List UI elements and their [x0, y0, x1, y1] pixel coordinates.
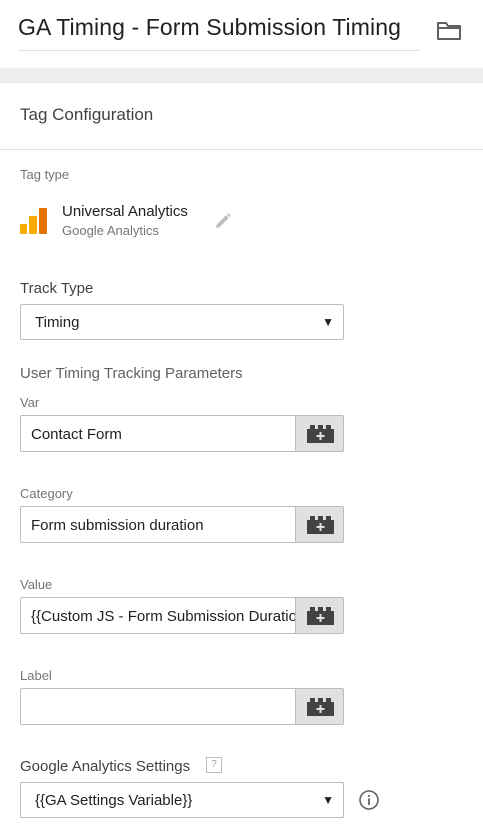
track-type-label: Track Type	[20, 280, 94, 297]
value-field-group: {{Custom JS - Form Submission Duration}}	[20, 597, 344, 634]
info-icon[interactable]	[358, 789, 380, 811]
pencil-icon[interactable]	[214, 212, 232, 230]
var-label: Var	[20, 395, 40, 410]
insert-variable-button[interactable]	[295, 415, 344, 452]
label-label: Label	[20, 668, 52, 683]
timing-params-heading: User Timing Tracking Parameters	[20, 365, 243, 382]
tag-type-label: Tag type	[20, 167, 70, 182]
ga-settings-value: {{GA Settings Variable}}	[35, 792, 193, 809]
universal-analytics-icon	[20, 208, 48, 234]
var-input[interactable]: Contact Form	[20, 415, 296, 452]
var-input-value: Contact Form	[31, 426, 122, 443]
header: GA Timing - Form Submission Timing	[0, 0, 483, 68]
divider	[0, 149, 483, 150]
ga-settings-select[interactable]: {{GA Settings Variable}} ▼	[20, 782, 344, 818]
insert-variable-button[interactable]	[295, 506, 344, 543]
section-title: Tag Configuration	[20, 105, 154, 124]
category-input[interactable]: Form submission duration	[20, 506, 296, 543]
category-field-group: Form submission duration	[20, 506, 344, 543]
lego-brick-icon	[307, 425, 334, 443]
label-field-group	[20, 688, 344, 725]
tag-title[interactable]: GA Timing - Form Submission Timing	[18, 14, 401, 41]
value-input-value: {{Custom JS - Form Submission Duration}}	[31, 608, 296, 625]
header-separator	[0, 68, 483, 82]
insert-variable-button[interactable]	[295, 688, 344, 725]
value-input[interactable]: {{Custom JS - Form Submission Duration}}	[20, 597, 296, 634]
tag-type-vendor: Google Analytics	[62, 223, 159, 238]
lego-brick-icon	[307, 516, 334, 534]
var-field-group: Contact Form	[20, 415, 344, 452]
folder-icon[interactable]	[436, 20, 462, 42]
help-icon[interactable]: ?	[206, 757, 222, 773]
tag-configuration-card: Tag Configuration Tag type Universal Ana…	[0, 82, 483, 828]
lego-brick-icon	[307, 698, 334, 716]
title-underline	[18, 50, 420, 51]
ga-settings-label: Google Analytics Settings	[20, 758, 191, 775]
track-type-select[interactable]: Timing ▼	[20, 304, 344, 340]
insert-variable-button[interactable]	[295, 597, 344, 634]
dropdown-arrow-icon: ▼	[322, 793, 334, 807]
category-input-value: Form submission duration	[31, 517, 204, 534]
tag-type-name: Universal Analytics	[62, 203, 188, 220]
track-type-value: Timing	[35, 314, 80, 331]
value-label: Value	[20, 577, 53, 592]
dropdown-arrow-icon: ▼	[322, 315, 334, 329]
category-label: Category	[20, 486, 73, 501]
lego-brick-icon	[307, 607, 334, 625]
label-input[interactable]	[20, 688, 296, 725]
